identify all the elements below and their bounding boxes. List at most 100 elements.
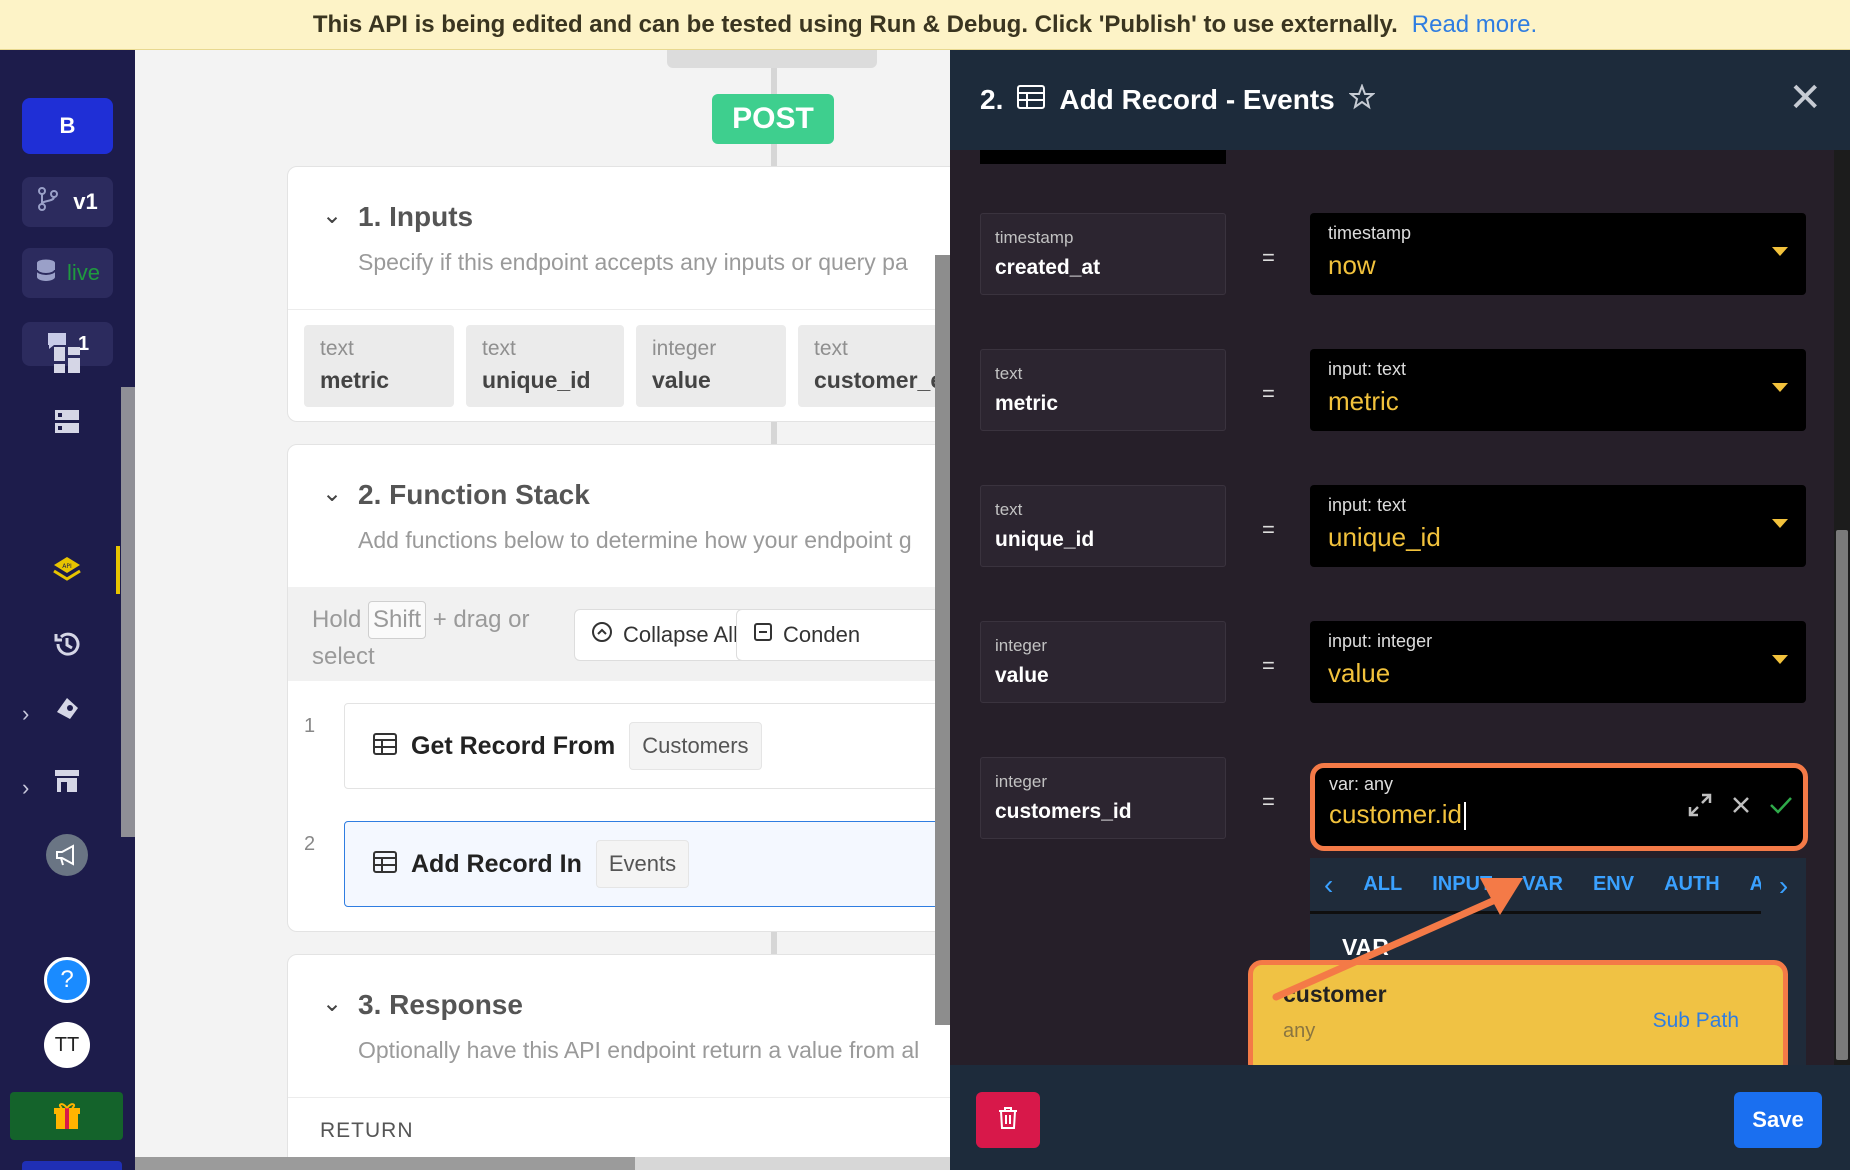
chevron-down-icon[interactable]: ⌄ xyxy=(322,479,342,508)
field-name-box: timestamp created_at xyxy=(980,213,1226,295)
panel-step-number: 2. xyxy=(980,84,1004,115)
input-field-chip[interactable]: text unique_id xyxy=(466,325,624,407)
branch-icon xyxy=(37,187,59,217)
caret-down-icon xyxy=(1772,519,1788,528)
suggestion-item-customer[interactable]: customer any Sub Path xyxy=(1248,960,1788,1078)
chevron-down-icon[interactable]: ⌄ xyxy=(322,201,342,230)
chevron-right-icon[interactable]: › xyxy=(1761,858,1806,914)
active-nav-indicator xyxy=(116,546,120,594)
shift-key: Shift xyxy=(368,601,427,639)
value-text: customer.id xyxy=(1329,799,1462,829)
connector-line xyxy=(771,422,777,444)
tab-env[interactable]: ENV xyxy=(1593,873,1634,896)
database-tables-icon[interactable] xyxy=(50,405,84,439)
step-table-pill: Events xyxy=(595,840,690,888)
version-selector[interactable]: v1 xyxy=(22,177,113,227)
workspace-label: B xyxy=(59,113,76,138)
data-source-label: live xyxy=(66,260,100,285)
sidebar-scrollbar[interactable] xyxy=(121,387,135,837)
addons-icon[interactable] xyxy=(50,690,84,724)
canvas-scrollbar-vertical[interactable] xyxy=(935,255,950,1025)
tab-input[interactable]: INPUT xyxy=(1432,873,1492,896)
canvas-scrollbar-horizontal[interactable] xyxy=(135,1157,950,1170)
query-workflow-chip[interactable] xyxy=(667,50,877,68)
method-badge: POST xyxy=(712,94,834,144)
chevron-left-icon[interactable]: ‹ xyxy=(1324,869,1333,901)
sub-path-link[interactable]: Sub Path xyxy=(1653,1009,1739,1033)
clear-icon[interactable] xyxy=(1731,795,1751,820)
api-icon[interactable]: API xyxy=(50,553,84,587)
condense-button[interactable]: Conden xyxy=(736,609,950,661)
drag-hint: Hold Shift + drag or select xyxy=(312,601,572,675)
megaphone-icon[interactable] xyxy=(46,834,88,876)
data-source-selector[interactable]: live xyxy=(22,248,113,298)
field-value-select[interactable]: input: text metric xyxy=(1310,349,1806,431)
field-value-select[interactable]: input: text unique_id xyxy=(1310,485,1806,567)
field-value-select[interactable]: timestamp now xyxy=(1310,213,1806,295)
suggestion-section-header: VAR xyxy=(1342,934,1389,960)
input-field-chip[interactable]: text customer_e xyxy=(798,325,950,407)
tab-var[interactable]: VAR xyxy=(1522,873,1563,896)
function-step[interactable]: Get Record From Customers xyxy=(344,703,950,789)
response-subtitle: Optionally have this API endpoint return… xyxy=(358,1037,920,1063)
delete-button[interactable] xyxy=(976,1092,1040,1148)
collapse-all-button[interactable]: Collapse All xyxy=(574,609,755,661)
left-sidebar: B v1 live 1 API › › ? TT xyxy=(0,50,135,1170)
history-icon[interactable] xyxy=(50,627,84,661)
response-title[interactable]: 3. Response xyxy=(358,989,523,1021)
panel-footer: Save xyxy=(950,1065,1850,1170)
dashboard-icon[interactable] xyxy=(50,343,84,377)
equals-sign: = xyxy=(1262,789,1275,814)
caret-down-icon xyxy=(1772,247,1788,256)
response-card: ⌄ 3. Response Optionally have this API e… xyxy=(287,954,950,1170)
user-initials: TT xyxy=(54,1033,80,1056)
function-step-selected[interactable]: Add Record In Events xyxy=(344,821,950,907)
equals-sign: = xyxy=(1262,381,1275,406)
expand-sidebar-icon[interactable]: » xyxy=(22,1161,122,1170)
help-icon[interactable]: ? xyxy=(44,957,90,1003)
field-value-select[interactable]: input: integer value xyxy=(1310,621,1806,703)
panel-title: Add Record - Events xyxy=(1059,84,1335,115)
star-icon[interactable] xyxy=(1347,82,1376,117)
marketplace-icon[interactable] xyxy=(50,764,84,798)
tab-all[interactable]: ALL xyxy=(1363,873,1402,896)
chevron-right-icon[interactable]: › xyxy=(22,701,29,727)
banner-message: This API is being edited and can be test… xyxy=(312,10,1398,38)
step-label: Add Record In xyxy=(411,849,582,878)
field-name-box: integer customers_id xyxy=(980,757,1226,839)
table-icon xyxy=(1017,84,1046,116)
suggestion-tabs: ‹ ALL INPUT VAR ENV AUTH A xyxy=(1310,858,1806,914)
function-stack-card: ⌄ 2. Function Stack Add functions below … xyxy=(287,444,950,932)
add-record-panel: 2. Add Record - Events ✕ timestamp create… xyxy=(950,50,1850,1170)
chevron-right-icon[interactable]: › xyxy=(22,775,29,801)
input-field-chip[interactable]: text metric xyxy=(304,325,454,407)
user-avatar[interactable]: TT xyxy=(44,1022,90,1068)
table-icon xyxy=(373,850,397,878)
connector-line xyxy=(771,932,777,954)
save-button[interactable]: Save xyxy=(1734,1092,1822,1148)
suggestion-name: customer xyxy=(1283,981,1387,1007)
close-icon[interactable]: ✕ xyxy=(1788,78,1822,118)
trash-icon xyxy=(997,1106,1019,1135)
workflow-canvas: POST ⌄ 1. Inputs Specify if this endpoin… xyxy=(135,50,950,1170)
inputs-subtitle: Specify if this endpoint accepts any inp… xyxy=(358,249,908,275)
function-stack-subtitle: Add functions below to determine how you… xyxy=(358,527,912,553)
read-more-link[interactable]: Read more. xyxy=(1412,11,1537,39)
tab-auth[interactable]: AUTH xyxy=(1664,873,1720,896)
gift-icon[interactable] xyxy=(10,1092,123,1140)
function-stack-title[interactable]: 2. Function Stack xyxy=(358,479,590,511)
confirm-check-icon[interactable] xyxy=(1769,795,1793,820)
svg-text:API: API xyxy=(62,563,72,570)
step-table-pill: Customers xyxy=(629,722,762,770)
database-icon xyxy=(35,258,57,288)
chevron-down-icon[interactable]: ⌄ xyxy=(322,989,342,1018)
expand-icon[interactable] xyxy=(1687,792,1713,823)
field-name-box: text unique_id xyxy=(980,485,1226,567)
active-value-input[interactable]: var: any customer.id xyxy=(1310,763,1808,851)
caret-down-icon xyxy=(1772,655,1788,664)
input-field-chip[interactable]: integer value xyxy=(636,325,786,407)
workspace-button[interactable]: B xyxy=(22,98,113,154)
inputs-title[interactable]: 1. Inputs xyxy=(358,201,473,233)
field-name-box: integer value xyxy=(980,621,1226,703)
panel-scrollbar[interactable] xyxy=(1834,150,1850,1065)
